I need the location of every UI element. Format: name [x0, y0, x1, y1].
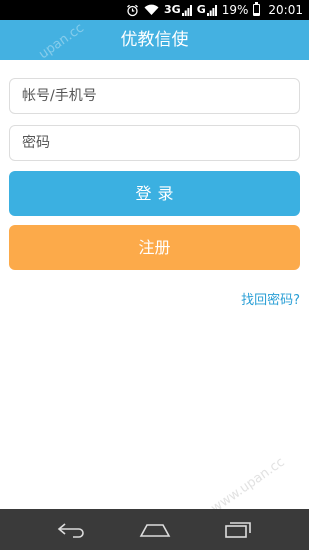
signal-bars-icon: [181, 4, 192, 16]
signal-g: G: [197, 0, 217, 20]
battery-icon: [253, 2, 263, 16]
watermark-bottom: www.upan.cc: [208, 454, 288, 517]
status-bar: 3G G 19% 20:01: [0, 0, 309, 20]
account-input[interactable]: [9, 78, 300, 114]
page-title: 优教信使: [120, 30, 189, 50]
password-input[interactable]: [9, 125, 300, 161]
forgot-password-link[interactable]: 找回密码?: [241, 289, 300, 308]
alarm-clock-icon: [126, 4, 139, 17]
signal-3g: 3G: [164, 0, 192, 20]
network-type-g: G: [196, 3, 206, 16]
navigation-bar: [0, 509, 309, 550]
recents-icon[interactable]: [218, 515, 258, 545]
wifi-icon: [144, 4, 159, 16]
back-icon[interactable]: [52, 515, 92, 545]
register-button[interactable]: 注册: [9, 225, 300, 270]
network-type-3g: 3G: [164, 3, 181, 16]
signal-bars-icon: [206, 4, 217, 16]
battery-percent: 19%: [221, 3, 249, 17]
home-icon[interactable]: [135, 515, 175, 545]
login-button[interactable]: 登录: [9, 171, 300, 216]
clock-time: 20:01: [268, 3, 303, 17]
